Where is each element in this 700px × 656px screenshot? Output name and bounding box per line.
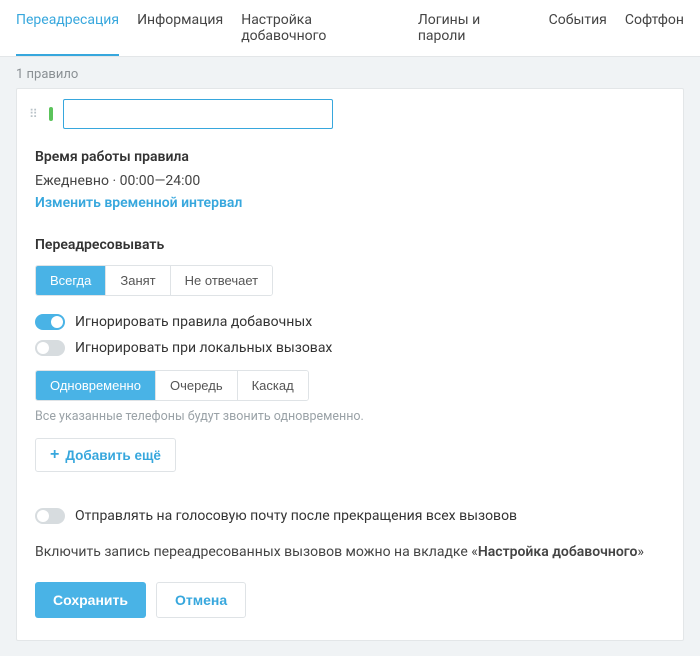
strategy-0[interactable]: Одновременно	[36, 371, 156, 400]
forward-mode-1[interactable]: Занят	[106, 266, 170, 295]
strategy-hint: Все указанные телефоны будут звонить одн…	[35, 409, 665, 424]
rule-name-input[interactable]	[63, 99, 333, 129]
rule-panel: ⠿ Время работы правила Ежедневно · 00:00…	[16, 88, 684, 641]
strategy-1[interactable]: Очередь	[156, 371, 238, 400]
forward-mode-group: ВсегдаЗанятНе отвечает	[35, 265, 273, 296]
actions: Сохранить Отмена	[17, 582, 683, 618]
rules-count: 1 правило	[0, 57, 700, 88]
rule-active-indicator	[49, 107, 53, 121]
forward-heading: Переадресовывать	[35, 237, 665, 253]
voicemail-row: Отправлять на голосовую почту после прек…	[35, 508, 665, 524]
add-more-button[interactable]: + Добавить ещё	[35, 438, 176, 472]
rule-header: ⠿	[17, 89, 683, 143]
ignore-ext-rules-toggle[interactable]	[35, 314, 65, 330]
change-schedule-link[interactable]: Изменить временной интервал	[35, 195, 242, 211]
add-more-label: Добавить ещё	[65, 448, 161, 463]
drag-handle-icon[interactable]: ⠿	[29, 111, 39, 117]
schedule-heading: Время работы правила	[35, 149, 665, 165]
tab-2[interactable]: Настройка добавочного	[241, 12, 400, 56]
forward-section: Переадресовывать ВсегдаЗанятНе отвечает …	[17, 237, 683, 560]
forward-mode-2[interactable]: Не отвечает	[171, 266, 272, 295]
tab-5[interactable]: Софтфон	[625, 12, 684, 56]
schedule-summary: Ежедневно · 00:00—24:00	[35, 173, 665, 189]
ignore-local-label: Игнорировать при локальных вызовах	[75, 340, 332, 356]
ignore-ext-rules-row: Игнорировать правила добавочных	[35, 314, 665, 330]
voicemail-label: Отправлять на голосовую почту после прек…	[75, 508, 517, 524]
schedule-section: Время работы правила Ежедневно · 00:00—2…	[17, 149, 683, 231]
plus-icon: +	[50, 447, 59, 463]
tab-4[interactable]: События	[549, 12, 607, 56]
tab-1[interactable]: Информация	[137, 12, 223, 56]
cancel-button[interactable]: Отмена	[156, 582, 246, 618]
recording-note: Включить запись переадресованных вызовов…	[35, 544, 665, 560]
ignore-ext-rules-label: Игнорировать правила добавочных	[75, 314, 312, 330]
tab-3[interactable]: Логины и пароли	[418, 12, 531, 56]
ignore-local-toggle[interactable]	[35, 340, 65, 356]
tabs: Переадресация Информация Настройка добавоч…	[0, 0, 700, 57]
ignore-local-row: Игнорировать при локальных вызовах	[35, 340, 665, 356]
tab-0[interactable]: Переадресация	[16, 12, 119, 56]
voicemail-toggle[interactable]	[35, 508, 65, 524]
strategy-group: ОдновременноОчередьКаскад	[35, 370, 309, 401]
save-button[interactable]: Сохранить	[35, 582, 146, 618]
strategy-2[interactable]: Каскад	[238, 371, 308, 400]
forward-mode-0[interactable]: Всегда	[36, 266, 106, 295]
